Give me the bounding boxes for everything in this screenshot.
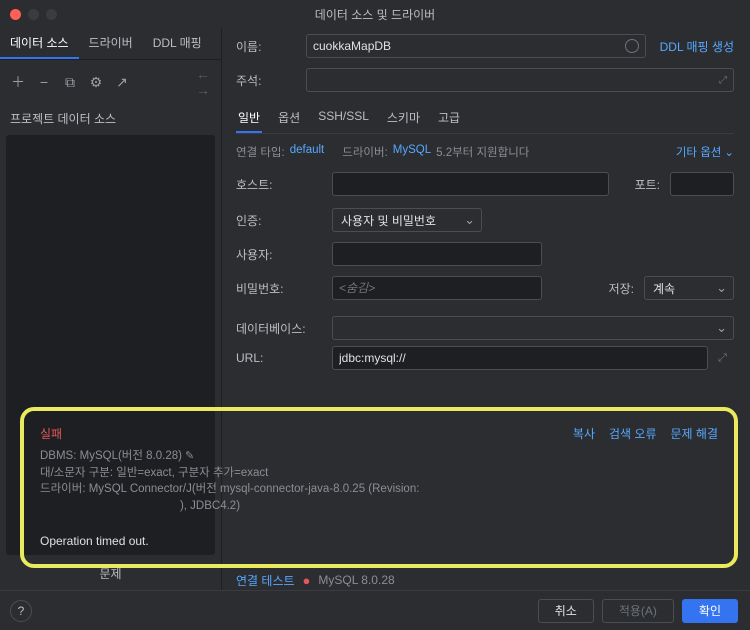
comment-input[interactable]: ⤢ xyxy=(306,68,734,92)
fail-operation: Operation timed out. xyxy=(40,533,718,550)
ok-button[interactable]: 확인 xyxy=(682,599,738,623)
sidebar-tab-driver[interactable]: 드라이버 xyxy=(79,28,143,59)
test-connection-row: 연결 테스트 ● MySQL 8.0.28 xyxy=(236,568,734,592)
tab-advanced[interactable]: 고급 xyxy=(436,104,462,133)
sidebar-toolbar: ＋ − ⧉ ⚙ ↗ ← → xyxy=(0,60,221,104)
sidebar-tabs: 데이터 소스 드라이버 DDL 매핑 xyxy=(0,28,221,60)
apply-button[interactable]: 적용(A) xyxy=(602,599,674,623)
host-input[interactable] xyxy=(332,172,609,196)
driver-note: 5.2부터 지원합니다 xyxy=(436,144,529,160)
tab-sshssl[interactable]: SSH/SSL xyxy=(316,104,371,133)
test-connection-link[interactable]: 연결 테스트 xyxy=(236,572,295,589)
expand-comment-icon[interactable]: ⤢ xyxy=(719,75,727,86)
fail-line-2: 대/소문자 구분: 일반=exact, 구분자 추가=exact xyxy=(40,465,718,482)
host-label: 호스트: xyxy=(236,176,322,193)
meta-row: 연결 타입: default 드라이버: MySQL 5.2부터 지원합니다 기… xyxy=(236,134,734,166)
name-label: 이름: xyxy=(236,38,306,55)
url-expand-icon[interactable]: ⤢ xyxy=(718,352,734,365)
user-input[interactable] xyxy=(332,242,542,266)
fail-copy-link[interactable]: 복사 xyxy=(573,425,595,442)
reset-name-icon[interactable] xyxy=(625,39,639,53)
fail-troubleshoot-link[interactable]: 문제 해결 xyxy=(671,425,719,442)
cancel-button[interactable]: 취소 xyxy=(538,599,594,623)
conn-type-label: 연결 타입: xyxy=(236,144,285,160)
fail-body: DBMS: MySQL(버전 8.0.28)✎ 대/소문자 구분: 일반=exa… xyxy=(40,448,718,550)
comment-label: 주석: xyxy=(236,72,306,89)
url-label: URL: xyxy=(236,351,322,365)
password-label: 비밀번호: xyxy=(236,280,322,297)
auth-label: 인증: xyxy=(236,212,322,229)
port-label: 포트: xyxy=(619,176,660,193)
chevron-down-icon: ⌄ xyxy=(724,145,734,159)
fail-dbms-prefix: DBMS: xyxy=(40,450,80,462)
tab-options[interactable]: 옵션 xyxy=(276,104,302,133)
fail-search-link[interactable]: 검색 오류 xyxy=(609,425,657,442)
name-input[interactable] xyxy=(313,39,625,53)
fail-title: 실패 xyxy=(40,425,62,442)
url-input[interactable] xyxy=(332,346,708,370)
auth-select[interactable]: 사용자 및 비밀번호 xyxy=(332,208,482,232)
save-label: 저장: xyxy=(593,280,634,297)
external-link-icon[interactable]: ↗ xyxy=(114,74,130,91)
password-input[interactable] xyxy=(332,276,542,300)
copy-icon[interactable]: ⧉ xyxy=(62,74,78,91)
tab-schema[interactable]: 스키마 xyxy=(385,104,422,133)
driver-label: 드라이버: xyxy=(342,144,388,160)
port-input[interactable] xyxy=(670,172,734,196)
dialog-footer: 취소 적용(A) 확인 xyxy=(0,590,750,630)
tab-general[interactable]: 일반 xyxy=(236,104,262,133)
warning-icon: ● xyxy=(303,573,311,588)
gear-icon[interactable]: ⚙ xyxy=(88,74,104,91)
save-select-value: 계속 xyxy=(653,280,675,297)
fail-dbms-value: MySQL(버전 8.0.28) xyxy=(80,450,182,462)
window-title: 데이터 소스 및 드라이버 xyxy=(0,6,750,23)
database-select[interactable] xyxy=(332,316,734,340)
save-select[interactable]: 계속 xyxy=(644,276,734,300)
sidebar-section-title: 프로젝트 데이터 소스 xyxy=(0,104,221,133)
ddl-mapping-link[interactable]: DDL 매핑 생성 xyxy=(660,38,734,55)
remove-icon[interactable]: − xyxy=(36,74,52,90)
user-label: 사용자: xyxy=(236,246,322,263)
edit-icon[interactable]: ✎ xyxy=(185,450,194,462)
auth-select-value: 사용자 및 비밀번호 xyxy=(341,212,436,229)
sidebar-tab-ddl[interactable]: DDL 매핑 xyxy=(143,28,212,59)
error-highlight-box: 실패 복사 검색 오류 문제 해결 DBMS: MySQL(버전 8.0.28)… xyxy=(20,407,738,568)
title-bar: 데이터 소스 및 드라이버 xyxy=(0,0,750,28)
name-input-wrap[interactable] xyxy=(306,34,646,58)
back-arrow-icon[interactable]: ← xyxy=(196,66,210,82)
content-tabs: 일반 옵션 SSH/SSL 스키마 고급 xyxy=(236,102,734,134)
fail-line-4: ), JDBC4.2) xyxy=(40,498,380,515)
fail-line-3: 드라이버: MySQL Connector/J(버전 mysql-connect… xyxy=(40,481,718,498)
database-label: 데이터베이스: xyxy=(236,320,322,337)
sidebar-tab-datasource[interactable]: 데이터 소스 xyxy=(0,28,79,59)
driver-value[interactable]: MySQL xyxy=(393,144,431,160)
conn-type-value[interactable]: default xyxy=(290,144,325,160)
help-button[interactable]: ? xyxy=(10,600,32,622)
add-icon[interactable]: ＋ xyxy=(10,72,26,92)
test-version: MySQL 8.0.28 xyxy=(318,573,394,587)
forward-arrow-icon[interactable]: → xyxy=(196,82,210,98)
more-options-link[interactable]: 기타 옵션 ⌄ xyxy=(676,144,734,160)
